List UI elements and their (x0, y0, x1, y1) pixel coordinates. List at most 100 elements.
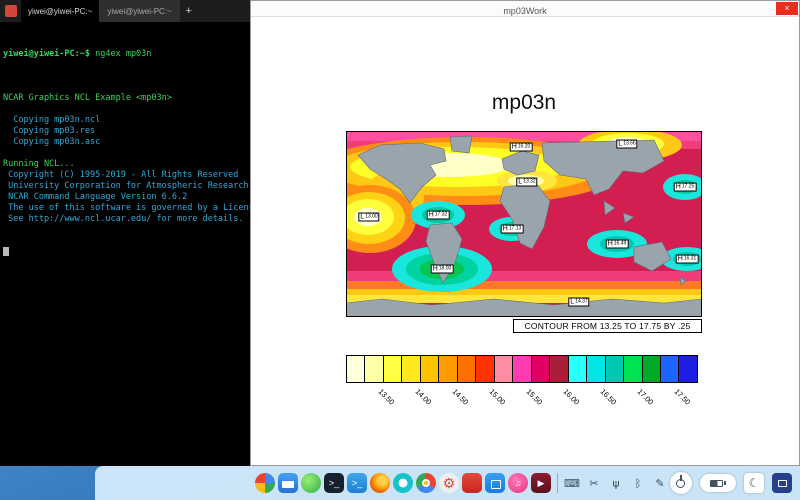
photos-icon[interactable] (301, 473, 321, 493)
terminal-line: Copying mp03n.asc (3, 137, 247, 148)
colorbar-cell (587, 355, 605, 383)
dock-separator (557, 473, 558, 493)
file-manager-icon[interactable] (278, 473, 298, 493)
shutdown-button[interactable] (670, 472, 692, 494)
colorbar-label: 17.00 (636, 387, 656, 407)
launcher-icon[interactable] (255, 473, 275, 493)
colorbar-cell (661, 355, 679, 383)
contour-map: H16.20L13.66L13.32H17.25L13.00H17.32H17.… (346, 131, 702, 317)
control-center-icon[interactable]: ⚙ (439, 473, 459, 493)
close-button[interactable]: × (776, 2, 798, 15)
colorbar-cell (643, 355, 661, 383)
window-titlebar[interactable]: mp03Work × (251, 1, 799, 17)
terminal-tab-1[interactable]: yiwei@yiwei-PC:~ (21, 0, 100, 22)
terminal-tab-1-title: yiwei@yiwei-PC:~ (28, 7, 92, 16)
battery-indicator[interactable] (700, 474, 736, 492)
terminal-cursor (3, 247, 9, 256)
keyboard-icon[interactable]: ⌨ (564, 477, 580, 490)
terminal-dark-icon[interactable]: >_ (324, 473, 344, 493)
music-icon[interactable]: ♫ (508, 473, 528, 493)
video-player-icon[interactable]: ▶ (531, 473, 551, 493)
bluetooth-icon[interactable]: ᛒ (630, 477, 646, 490)
terminal-window: yiwei@yiwei-PC:~ yiwei@yiwei-PC:~ + yiwe… (0, 0, 250, 466)
extremum-letter: H (503, 226, 508, 233)
colorbar-label: 14.50 (451, 387, 471, 407)
dock: >_ >_ ⚙ ♫ ▶ ⌨ ✂ ψᛒ ✎ ☾ (95, 466, 800, 500)
extremum-letter: H (608, 241, 613, 248)
colorbar-cell (624, 355, 642, 383)
dock-system-area: ☾ (670, 472, 792, 494)
chrome-icon[interactable] (416, 473, 436, 493)
text-editor-icon[interactable]: >_ (347, 473, 367, 493)
extremum-letter: H (429, 212, 434, 219)
colorbar-cell (458, 355, 476, 383)
terminal-line: NCAR Command Language Version 6.6.2 (3, 192, 247, 203)
extremum-letter: H (676, 184, 681, 191)
extremum-label: L13.32 (516, 178, 537, 187)
colorbar-cell (606, 355, 624, 383)
colorbar-cell (476, 355, 494, 383)
extremum-letter: L (518, 179, 522, 186)
terminal-dark-glyph: >_ (329, 478, 339, 488)
terminal-app-icon (5, 5, 17, 17)
extremum-value: 13.32 (523, 180, 536, 185)
map-extrema-labels: H16.20L13.66L13.32H17.25L13.00H17.32H17.… (346, 131, 702, 317)
new-tab-button[interactable]: + (180, 0, 198, 22)
colorbar (346, 355, 698, 383)
extremum-label: H17.25 (674, 183, 697, 192)
extremum-letter: H (678, 256, 683, 263)
terminal-line: NCAR Graphics NCL Example <mp03n> (3, 93, 247, 104)
colorbar-label: 16.50 (599, 387, 619, 407)
plot-title: mp03n (346, 91, 702, 115)
battery-icon (710, 480, 723, 487)
voice-notes-icon[interactable] (393, 473, 413, 493)
firefox-icon[interactable] (370, 473, 390, 493)
edit-icon[interactable]: ✎ (652, 477, 668, 490)
colorbar-label: 15.00 (488, 387, 508, 407)
extremum-value: 17.25 (682, 185, 695, 190)
terminal-tab-bar: yiwei@yiwei-PC:~ yiwei@yiwei-PC:~ + (0, 0, 250, 22)
extremum-label: H16.49 (606, 240, 629, 249)
multitasking-icon (778, 480, 787, 487)
extremum-label: H18.00 (431, 265, 454, 274)
terminal-cursor-line (3, 247, 247, 258)
extremum-value: 16.31 (684, 257, 697, 262)
terminal-line: Copyright (C) 1995-2019 - All Rights Res… (3, 170, 247, 181)
extremum-label: L14.37 (568, 298, 589, 307)
extremum-label: H17.32 (427, 211, 450, 220)
contour-info: CONTOUR FROM 13.25 TO 17.75 BY .25 (513, 319, 702, 333)
terminal-line: University Corporation for Atmospheric R… (3, 181, 247, 192)
night-mode-button[interactable]: ☾ (744, 473, 764, 493)
colorbar-cell (569, 355, 587, 383)
multitasking-button[interactable] (772, 473, 792, 493)
app-store-icon[interactable] (485, 473, 505, 493)
colorbar-cell (402, 355, 420, 383)
extremum-label: H16.31 (676, 255, 699, 264)
extremum-value: 17.32 (435, 213, 448, 218)
battery-icon-nub (724, 481, 726, 485)
extremum-label: H16.20 (510, 143, 533, 152)
usb-icon[interactable]: ψ (608, 477, 624, 490)
colorbar-cell (384, 355, 402, 383)
terminal-output[interactable]: yiwei@yiwei-PC:~$ ng4ex mp03n NCAR Graph… (0, 22, 250, 285)
close-icon: × (784, 3, 789, 13)
colorbar-label: 14.00 (414, 387, 434, 407)
package-manager-icon[interactable] (462, 473, 482, 493)
video-player-glyph: ▶ (538, 478, 545, 489)
extremum-letter: H (433, 266, 438, 273)
extremum-letter: L (570, 299, 574, 306)
terminal-line (3, 148, 247, 159)
terminal-line: Copying mp03.res (3, 126, 247, 137)
terminal-tab-2[interactable]: yiwei@yiwei-PC:~ (100, 0, 179, 22)
extremum-value: 17.13 (509, 227, 522, 232)
colorbar-cell (532, 355, 550, 383)
extremum-value: 16.20 (518, 145, 531, 150)
colorbar-label: 17.50 (673, 387, 693, 407)
terminal-line (3, 104, 247, 115)
colorbar-cell (439, 355, 457, 383)
screenshot-icon[interactable]: ✂ (586, 477, 602, 490)
extremum-value: 13.00 (365, 215, 378, 220)
extremum-letter: H (512, 144, 517, 151)
ncl-graphics-window: mp03Work × mp03n (250, 0, 800, 466)
extremum-letter: L (618, 141, 622, 148)
